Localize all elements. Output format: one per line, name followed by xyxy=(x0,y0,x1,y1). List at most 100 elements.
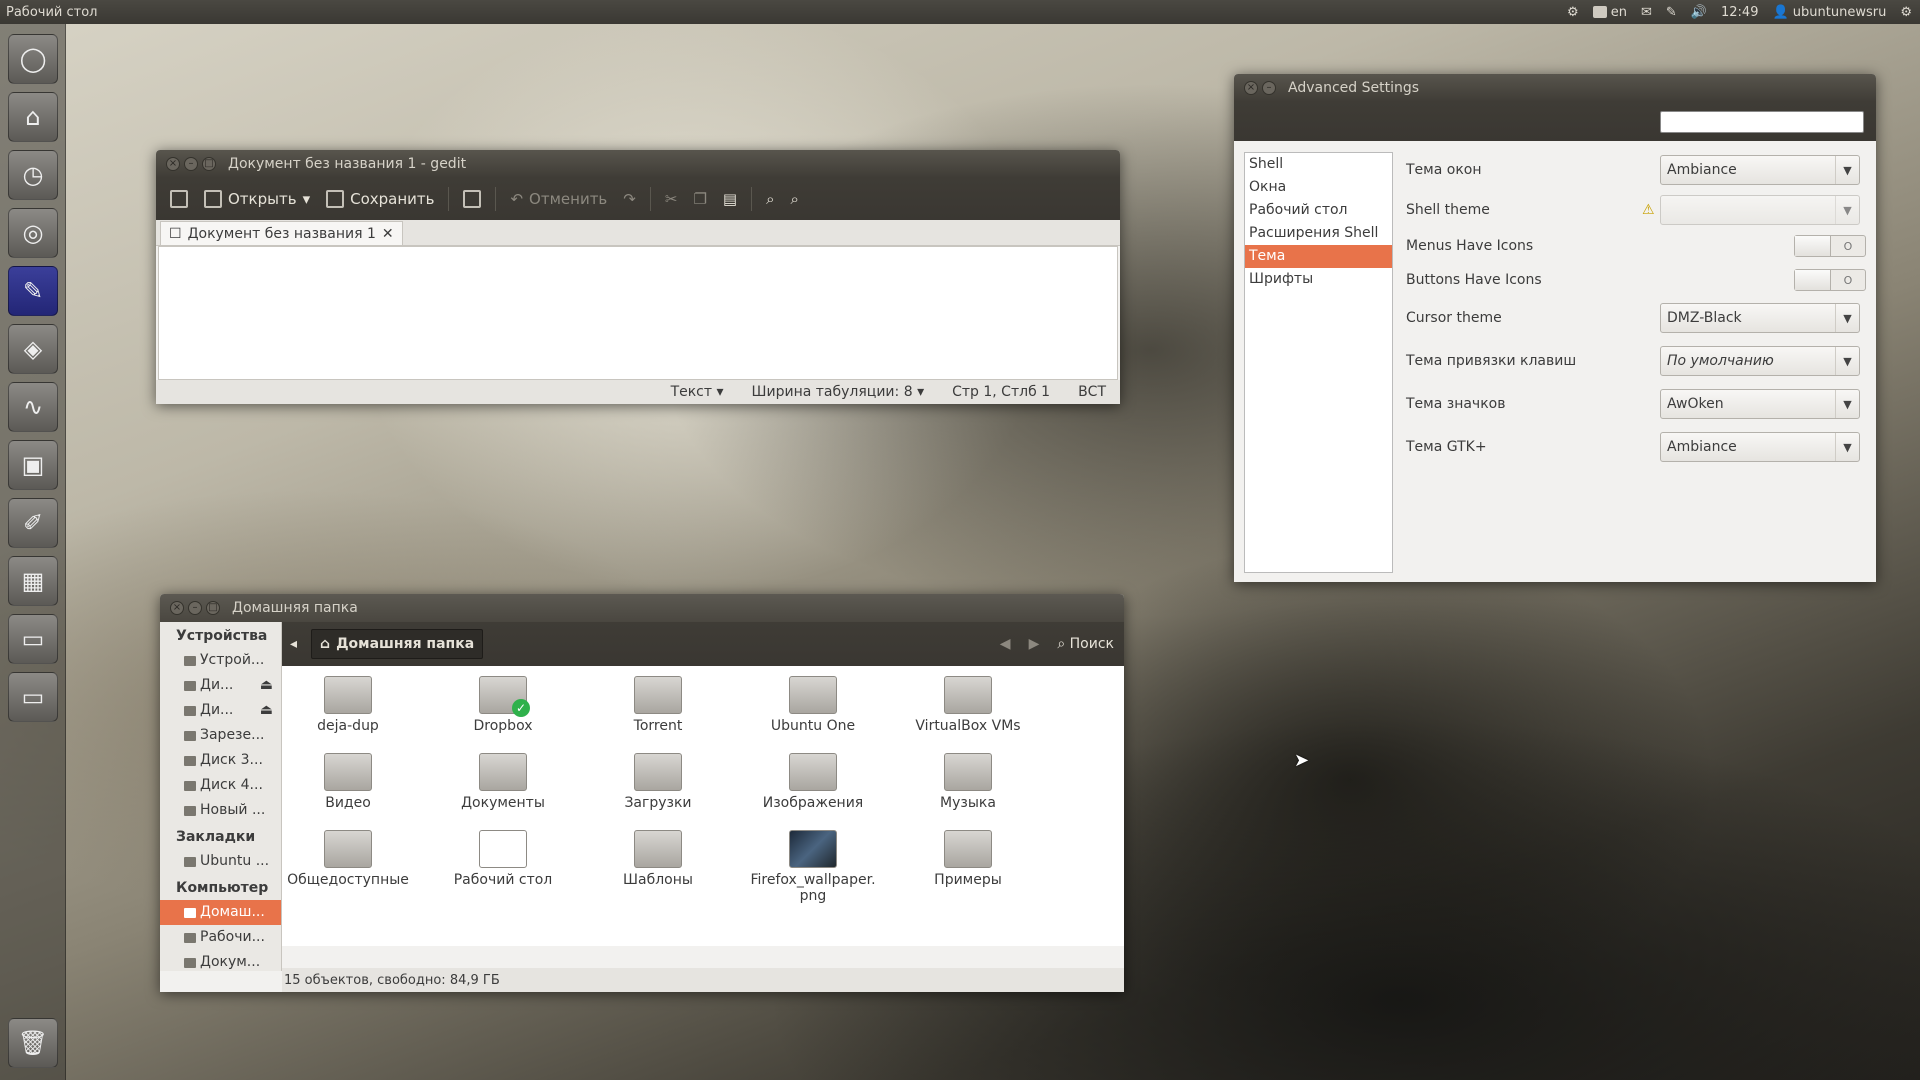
insert-mode: ВСТ xyxy=(1078,384,1106,400)
tools-icon[interactable]: ✎ xyxy=(1666,5,1677,20)
file-item[interactable]: Ubuntu One xyxy=(748,676,878,734)
breadcrumb[interactable]: ⌂ Домашняя папка xyxy=(311,629,484,659)
buttons-icons-toggle[interactable]: O xyxy=(1794,269,1866,291)
sidebar-item-device[interactable]: Устрой... xyxy=(160,648,281,673)
network-icon[interactable]: ⚙ xyxy=(1567,5,1579,20)
eject-icon[interactable]: ⏏ xyxy=(260,673,273,698)
find-button[interactable]: ⌕ xyxy=(758,182,782,216)
back-icon[interactable]: ◀ xyxy=(1000,636,1011,652)
trash-icon[interactable]: 🗑 xyxy=(8,1018,58,1068)
cursor-theme-combo[interactable]: DMZ-Black ▼ xyxy=(1660,303,1860,333)
image-viewer-icon[interactable]: ▣ xyxy=(8,440,58,490)
category-item[interactable]: Окна xyxy=(1245,176,1392,199)
file-item[interactable]: Рабочий стол xyxy=(438,830,568,888)
minimize-icon[interactable]: – xyxy=(188,601,202,615)
sidebar-item-device[interactable]: Зарезе... xyxy=(160,723,281,748)
file-item[interactable]: deja-dup xyxy=(283,676,413,734)
clock-icon[interactable]: ◷ xyxy=(8,150,58,200)
sidebar-item-device[interactable]: Диск 3... xyxy=(160,748,281,773)
file-item[interactable]: Firefox_wallpaper. png xyxy=(748,830,878,904)
sidebar-item-device[interactable]: Диск 4... xyxy=(160,773,281,798)
system-monitor-icon[interactable]: ∿ xyxy=(8,382,58,432)
keyboard-indicator[interactable]: en xyxy=(1592,5,1627,20)
menus-icons-toggle[interactable]: O xyxy=(1794,235,1866,257)
forward-icon[interactable]: ▶ xyxy=(1029,636,1040,652)
dash-icon[interactable]: ◯ xyxy=(8,34,58,84)
advanced-titlebar[interactable]: × – Advanced Settings xyxy=(1234,74,1876,102)
tweak-icon[interactable]: ✐ xyxy=(8,498,58,548)
file-item[interactable]: Документы xyxy=(438,753,568,811)
text-editor-icon[interactable]: ✎ xyxy=(8,266,58,316)
tab-width-selector[interactable]: Ширина табуляции: 8 ▾ xyxy=(752,384,925,400)
close-icon[interactable]: × xyxy=(170,601,184,615)
gtk-theme-combo[interactable]: Ambiance ▼ xyxy=(1660,432,1860,462)
minimize-icon[interactable]: – xyxy=(1262,81,1276,95)
save-button[interactable]: Сохранить xyxy=(318,182,442,216)
search-bar xyxy=(1234,101,1876,141)
icon-theme-combo[interactable]: AwOken ▼ xyxy=(1660,389,1860,419)
keybinding-theme-combo[interactable]: По умолчанию ▼ xyxy=(1660,346,1860,376)
file-item[interactable]: Музыка xyxy=(903,753,1033,811)
camera-icon[interactable]: ◎ xyxy=(8,208,58,258)
folder-icon xyxy=(324,676,372,714)
sidebar-item-bookmark[interactable]: Ubuntu ... xyxy=(160,849,281,874)
file-item[interactable]: Изображения xyxy=(748,753,878,811)
drive-icon[interactable]: ▭ xyxy=(8,614,58,664)
sidebar-item-home[interactable]: Домаш... xyxy=(160,900,281,925)
volume-icon[interactable]: 🔊 xyxy=(1691,5,1707,20)
gedit-titlebar[interactable]: × – □ Документ без названия 1 - gedit xyxy=(156,150,1120,178)
user-menu[interactable]: 👤 ubuntunewsru xyxy=(1772,5,1886,20)
undo-button[interactable]: ↶ Отменить xyxy=(502,182,615,216)
new-button[interactable] xyxy=(162,182,196,216)
sidebar-item-desktop[interactable]: Рабочи... xyxy=(160,925,281,950)
category-item[interactable]: Shell xyxy=(1245,153,1392,176)
search-button[interactable]: ⌕ Поиск xyxy=(1057,636,1114,652)
category-item-selected[interactable]: Тема xyxy=(1245,245,1392,268)
file-item[interactable]: Загрузки xyxy=(593,753,723,811)
file-item[interactable]: ✓ Dropbox xyxy=(438,676,568,734)
clock[interactable]: 12:49 xyxy=(1721,5,1758,20)
file-item[interactable]: Шаблоны xyxy=(593,830,723,888)
window-theme-combo[interactable]: Ambiance ▼ xyxy=(1660,155,1860,185)
maximize-icon[interactable]: □ xyxy=(202,157,216,171)
sidebar-item-documents[interactable]: Докум... xyxy=(160,950,281,975)
layout-icon[interactable]: ▦ xyxy=(8,556,58,606)
file-item[interactable]: Примеры xyxy=(903,830,1033,888)
file-item[interactable]: Общедоступные xyxy=(283,830,413,888)
file-manager-titlebar[interactable]: × – □ Домашняя папка xyxy=(160,594,1124,622)
file-item[interactable]: VirtualBox VMs xyxy=(903,676,1033,734)
sidebar-item-device[interactable]: Новый ... xyxy=(160,798,281,823)
sidebar-item-device[interactable]: Ди... ⏏ xyxy=(160,673,281,698)
category-item[interactable]: Расширения Shell xyxy=(1245,222,1392,245)
search-input[interactable] xyxy=(1660,111,1864,133)
replace-button[interactable]: ⌕ xyxy=(782,182,806,216)
text-editor-area[interactable] xyxy=(158,246,1118,380)
close-tab-icon[interactable]: ✕ xyxy=(382,226,394,242)
close-icon[interactable]: × xyxy=(166,157,180,171)
home-icon[interactable]: ⌂ xyxy=(8,92,58,142)
copy-button[interactable]: ❐ xyxy=(685,182,714,216)
maximize-icon[interactable]: □ xyxy=(206,601,220,615)
drive-icon[interactable]: ▭ xyxy=(8,672,58,722)
category-item[interactable]: Рабочий стол xyxy=(1245,199,1392,222)
chevron-down-icon[interactable]: ▾ xyxy=(303,190,311,208)
gear-icon[interactable]: ⚙ xyxy=(1900,5,1912,20)
file-item[interactable]: Torrent xyxy=(593,676,723,734)
eject-icon[interactable]: ⏏ xyxy=(260,698,273,723)
category-item[interactable]: Шрифты xyxy=(1245,268,1392,291)
file-item[interactable]: Видео xyxy=(283,753,413,811)
tab-document[interactable]: ☐ Документ без названия 1 ✕ xyxy=(160,221,403,245)
mail-icon[interactable]: ✉ xyxy=(1641,5,1652,20)
minimize-icon[interactable]: – xyxy=(184,157,198,171)
box-icon[interactable]: ◈ xyxy=(8,324,58,374)
cut-button[interactable]: ✂ xyxy=(657,182,686,216)
paste-button[interactable]: ▤ xyxy=(715,182,745,216)
redo-button[interactable]: ↷ xyxy=(615,182,644,216)
language-selector[interactable]: Текст ▾ xyxy=(671,384,724,400)
sidebar-item-device[interactable]: Ди... ⏏ xyxy=(160,698,281,723)
close-icon[interactable]: × xyxy=(1244,81,1258,95)
chevron-left-icon[interactable]: ◂ xyxy=(290,636,297,652)
chevron-down-icon: ▼ xyxy=(1835,390,1859,418)
open-button[interactable]: Открыть ▾ xyxy=(196,182,318,216)
print-button[interactable] xyxy=(455,182,489,216)
